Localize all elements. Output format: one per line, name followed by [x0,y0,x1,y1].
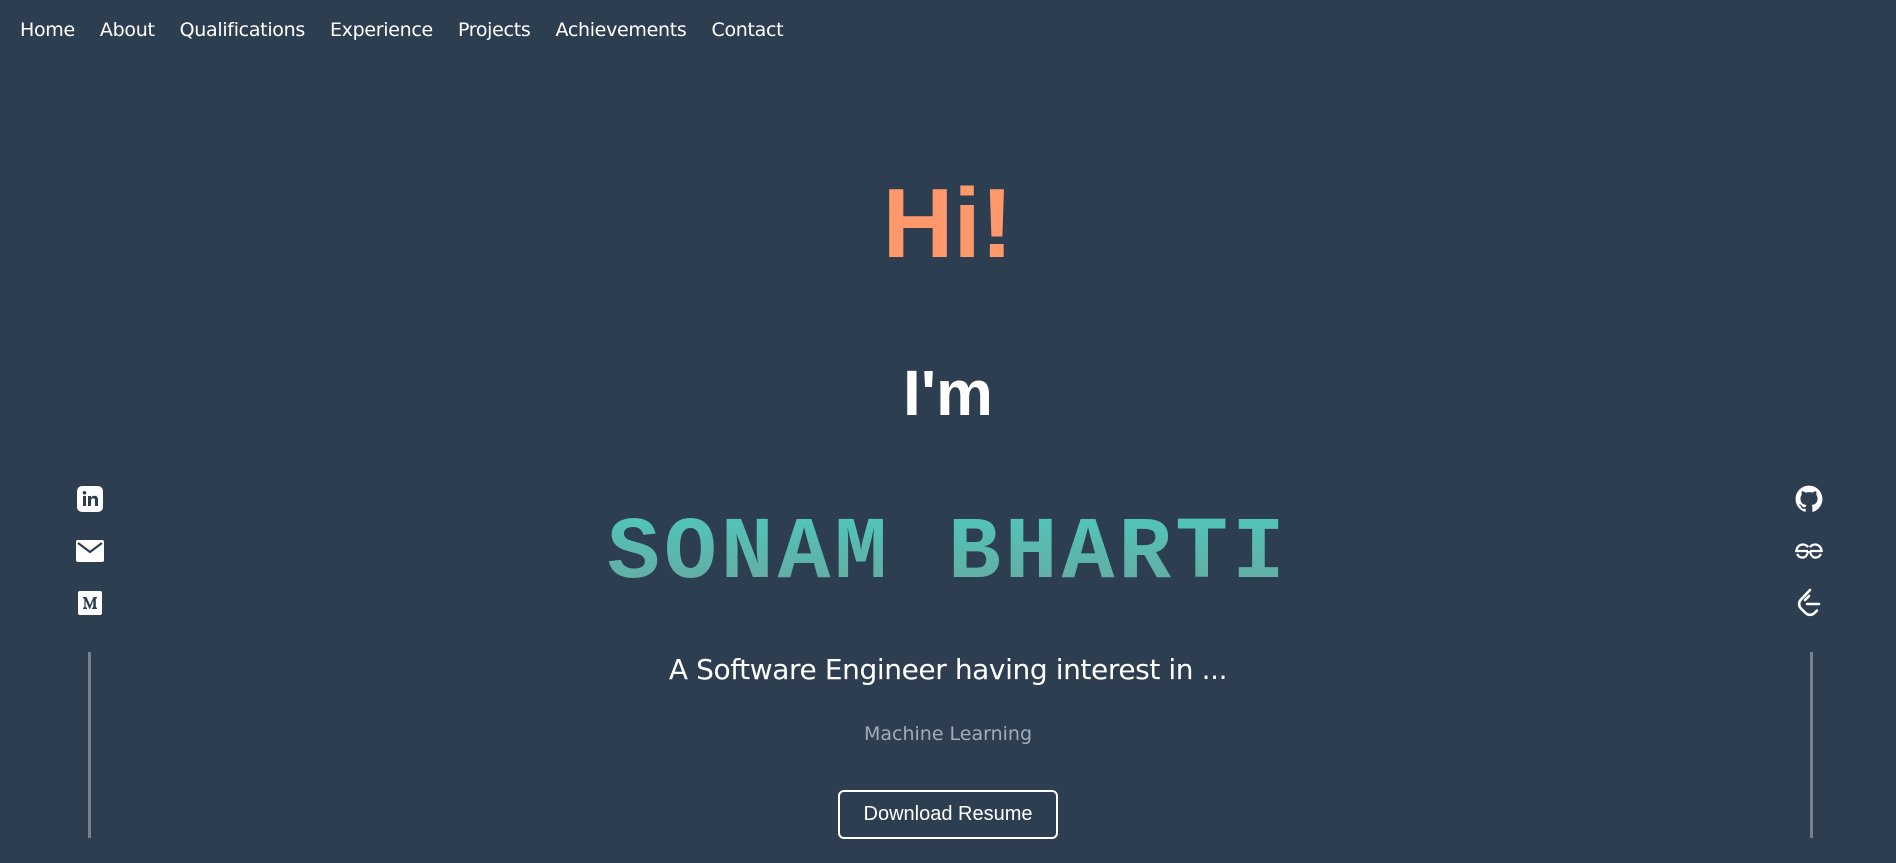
nav-contact[interactable]: Contact [712,16,784,44]
social-links-left [75,484,105,618]
github-icon[interactable] [1794,484,1824,514]
nav-home[interactable]: Home [20,16,75,44]
hero-intro: I'm [903,357,993,429]
hero-tagline: A Software Engineer having interest in .… [668,653,1228,686]
hero-greeting: Hi! [882,168,1014,278]
left-divider-line [88,652,91,838]
nav-experience[interactable]: Experience [330,16,433,44]
nav-achievements[interactable]: Achievements [555,16,686,44]
right-divider-line [1810,652,1813,838]
mail-icon[interactable] [75,536,105,566]
hero-interest-typed: Machine Learning [863,723,1033,745]
portfolio-page: Home About Qualifications Experience Pro… [0,0,1896,863]
nav-projects[interactable]: Projects [458,16,531,44]
top-nav: Home About Qualifications Experience Pro… [20,16,784,44]
geeksforgeeks-icon[interactable] [1794,536,1824,566]
linkedin-icon[interactable] [75,484,105,514]
nav-about[interactable]: About [100,16,155,44]
hero-name: SONAM BHARTI [0,505,1896,605]
social-links-right [1794,484,1824,618]
leetcode-icon[interactable] [1794,588,1824,618]
download-resume-button[interactable]: Download Resume [838,790,1058,839]
nav-qualifications[interactable]: Qualifications [180,16,306,44]
medium-icon[interactable] [75,588,105,618]
